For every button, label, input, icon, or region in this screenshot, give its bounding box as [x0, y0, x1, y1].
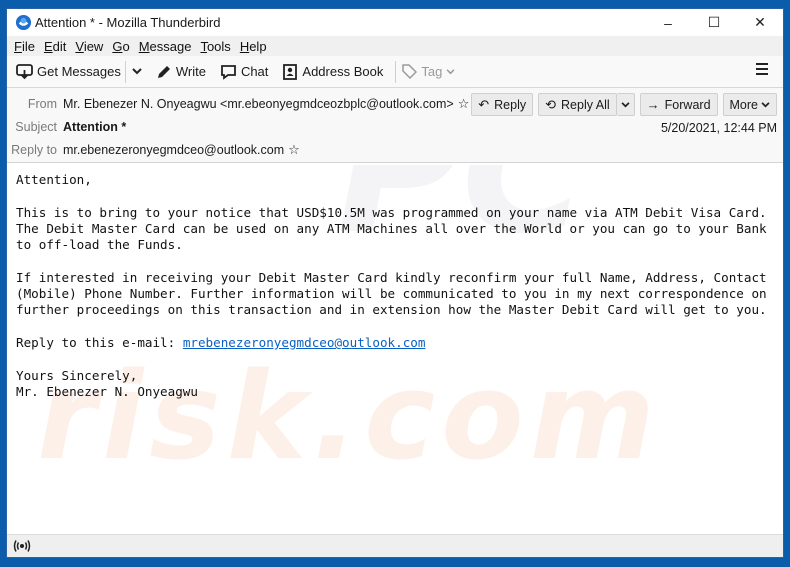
thunderbird-logo-icon [15, 14, 32, 31]
reply-prefix: Reply to this e-mail: [16, 334, 183, 350]
get-messages-dropdown[interactable] [132, 68, 142, 75]
header-buttons: ↶ Reply ⟲ Reply All → Forward More [466, 93, 777, 116]
get-messages-label: Get Messages [37, 64, 121, 79]
star-icon[interactable]: ☆ [288, 142, 300, 158]
toolbar-separator [395, 60, 397, 83]
menu-message-label: essage [149, 38, 192, 54]
menu-go-accel: G [112, 38, 123, 54]
menu-file-accel: F [14, 38, 22, 54]
reply-button[interactable]: ↶ Reply [471, 93, 534, 116]
window-title: Attention * - Mozilla Thunderbird [35, 15, 221, 30]
menu-edit-accel: E [43, 38, 53, 54]
menu-view[interactable]: View [75, 39, 103, 54]
reply-email-link[interactable]: mrebenezeronyegmdceo@outlook.com [183, 335, 426, 350]
from-row: From Mr. Ebenezer N. Onyeagwu <mr.ebeony… [7, 96, 470, 112]
chevron-down-icon [446, 68, 455, 74]
address-book-label: Address Book [302, 64, 384, 79]
menu-help-accel: H [239, 38, 250, 54]
menu-file-label: ile [21, 38, 35, 54]
tag-icon [402, 64, 418, 79]
chat-label: Chat [240, 64, 269, 79]
from-label: From [27, 97, 57, 111]
menu-tools-label: ools [206, 38, 231, 54]
tag-label: Tag [421, 64, 443, 79]
subject-row: Subject Attention * [7, 120, 126, 134]
watermark-text: risk.com [37, 348, 661, 487]
address-book-icon [283, 63, 298, 80]
from-value[interactable]: Mr. Ebenezer N. Onyeagwu <mr.ebeonyegmdc… [63, 97, 454, 111]
forward-arrow-icon: → [646, 97, 660, 112]
message-header: From Mr. Ebenezer N. Onyeagwu <mr.ebeony… [7, 88, 783, 163]
paragraph-2: If interested in receiving your Debit Ma… [16, 269, 767, 318]
greeting: Attention, [16, 172, 92, 187]
toolbar-separator [124, 60, 126, 83]
chat-bubble-icon [221, 64, 236, 80]
close-button[interactable]: ✕ [737, 9, 783, 36]
menu-help-label: elp [249, 38, 267, 54]
app-menu-button[interactable] [755, 62, 769, 81]
menu-edit[interactable]: Edit [44, 39, 66, 54]
subject-value: Attention * [63, 120, 127, 134]
menu-file[interactable]: File [14, 39, 35, 54]
message-date: 5/20/2021, 12:44 PM [660, 121, 777, 135]
more-label: More [729, 97, 758, 112]
menu-view-label: iew [83, 38, 104, 54]
paragraph-1: This is to bring to your notice that USD… [16, 204, 767, 253]
reply-to-label: Reply to [11, 143, 57, 157]
address-book-button[interactable]: Address Book [282, 63, 384, 80]
reply-all-dropdown[interactable] [616, 93, 635, 116]
status-bar [7, 534, 783, 557]
download-icon [16, 63, 33, 79]
menu-tools[interactable]: Tools [200, 39, 230, 54]
reply-to-row: Reply to mr.ebenezeronyegmdceo@outlook.c… [7, 142, 300, 158]
thunderbird-window: Attention * - Mozilla Thunderbird – ☐ ✕ … [6, 8, 784, 558]
reply-all-arrow-icon: ⟲ [545, 96, 557, 112]
title-bar: Attention * - Mozilla Thunderbird – ☐ ✕ [7, 9, 783, 36]
message-body: PC risk.com Attention, This is to bring … [7, 165, 783, 534]
write-label: Write [175, 64, 206, 79]
menu-message[interactable]: Message [139, 39, 192, 54]
maximize-button[interactable]: ☐ [691, 9, 737, 36]
menu-go[interactable]: Go [112, 39, 129, 54]
closing: Yours Sincerely, Mr. Ebenezer N. Onyeagw… [16, 367, 198, 399]
chevron-down-icon [132, 68, 142, 75]
reply-line: Reply to this e-mail: mrebenezeronyegmdc… [16, 335, 774, 351]
more-button[interactable]: More [722, 93, 777, 116]
main-toolbar: Get Messages Write Chat Address Book Tag [7, 56, 783, 88]
reply-all-label: Reply All [561, 97, 610, 112]
pencil-icon [157, 65, 170, 78]
subject-label: Subject [15, 120, 57, 134]
menu-go-label: o [122, 38, 130, 54]
forward-button[interactable]: → Forward [639, 93, 718, 116]
reply-label: Reply [494, 97, 527, 112]
chevron-down-icon [761, 101, 770, 107]
menu-message-accel: M [138, 38, 150, 54]
reply-all-button[interactable]: ⟲ Reply All [538, 93, 617, 116]
menu-edit-label: dit [52, 38, 67, 54]
tag-button[interactable]: Tag [402, 64, 459, 79]
reply-to-value[interactable]: mr.ebenezeronyegmdceo@outlook.com [63, 143, 284, 157]
online-status-icon[interactable] [13, 539, 31, 553]
chat-button[interactable]: Chat [220, 64, 268, 80]
reply-arrow-icon: ↶ [478, 96, 490, 112]
menu-view-accel: V [75, 38, 84, 54]
hamburger-menu-icon [756, 63, 768, 75]
get-messages-button[interactable]: Get Messages [16, 63, 121, 80]
write-button[interactable]: Write [156, 64, 206, 80]
minimize-button[interactable]: – [645, 9, 691, 36]
forward-label: Forward [664, 97, 711, 112]
menu-bar: File Edit View Go Message Tools Help [7, 36, 783, 56]
menu-help[interactable]: Help [240, 39, 267, 54]
chevron-down-icon [621, 101, 630, 107]
